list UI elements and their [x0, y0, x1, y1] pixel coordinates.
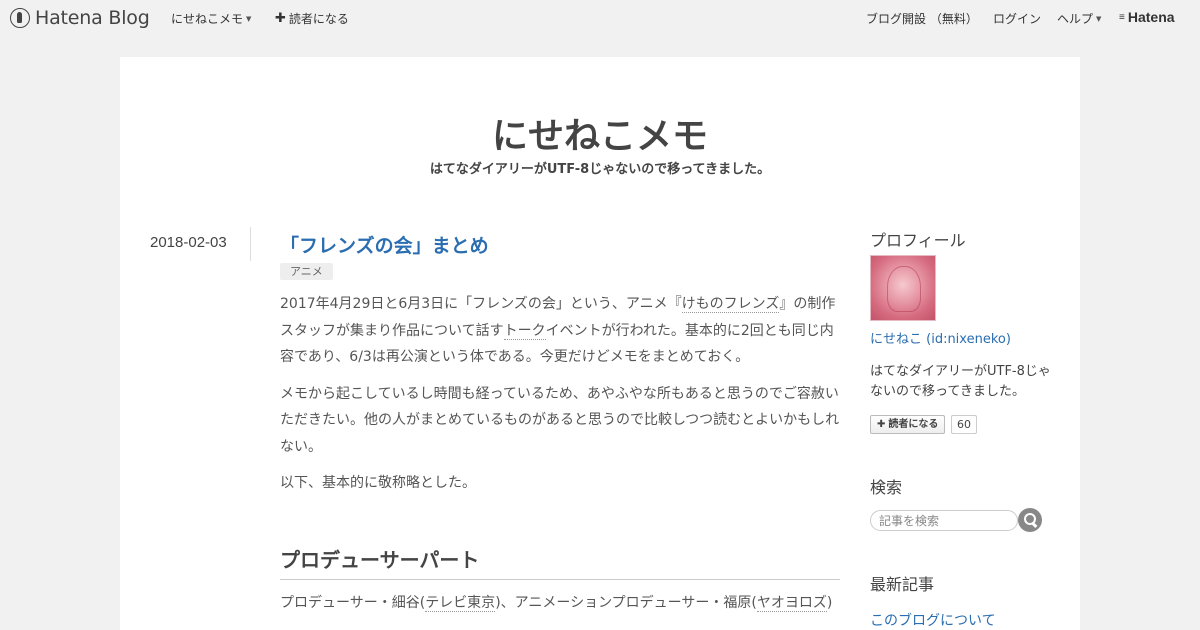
- hatena-label: Hatena: [1127, 9, 1175, 25]
- section-heading: プロデューサーパート: [280, 544, 840, 580]
- hatena-mark-icon: ≡: [1119, 11, 1125, 23]
- date-divider: [250, 227, 251, 261]
- login-link[interactable]: ログイン: [993, 10, 1041, 27]
- open-blog-label: ブログ開設 （無料）: [866, 12, 978, 26]
- blog-description: はてなダイアリーがUTF-8じゃないので移ってきました。: [429, 162, 771, 177]
- category-tag[interactable]: アニメ: [280, 263, 333, 280]
- blog-container: にせねこメモ はてなダイアリーがUTF-8じゃないので移ってきました。 2018…: [120, 57, 1080, 630]
- blog-menu-dropdown[interactable]: にせねこメモ ▼: [171, 10, 251, 27]
- blog-title[interactable]: にせねこメモ: [120, 107, 1080, 159]
- help-label: ヘルプ: [1057, 12, 1094, 26]
- caret-down-icon: ▼: [1096, 14, 1102, 23]
- profile-heading: プロフィール: [870, 231, 966, 250]
- top-navbar: Hatena Blog にせねこメモ ▼ ✚ 読者になる ブログ開設 （無料） …: [0, 0, 1200, 36]
- brand-text: Hatena Blog: [35, 7, 150, 29]
- search-heading: 検索: [870, 478, 903, 497]
- search-input[interactable]: [870, 510, 1018, 531]
- search-icon[interactable]: [1018, 508, 1042, 532]
- subscribe-label: 読者になる: [288, 12, 349, 26]
- login-label: ログイン: [993, 12, 1042, 26]
- text-run: プロデューサー・細谷(: [280, 595, 426, 611]
- open-blog-link[interactable]: ブログ開設 （無料）: [866, 10, 978, 27]
- hatena-blog-icon: [10, 8, 30, 28]
- recent-heading: 最新記事: [870, 575, 935, 594]
- help-dropdown[interactable]: ヘルプ ▼: [1057, 10, 1101, 27]
- avatar[interactable]: [870, 255, 936, 321]
- profile-name-link[interactable]: にせねこ (id:nixeneko): [870, 328, 1011, 347]
- plus-icon: ✚: [877, 419, 886, 430]
- subscribe-link[interactable]: ✚ 読者になる: [275, 10, 349, 27]
- blog-menu-label: にせねこメモ: [171, 12, 244, 26]
- entry-body: 2017年4月29日と6月3日に「フレンズの会」という、アニメ『けものフレンズ』…: [280, 291, 842, 507]
- plus-icon: ✚: [275, 11, 286, 26]
- entry-date[interactable]: 2018-02-03: [150, 234, 227, 251]
- text-run: 2017年4月29日と6月3日に「フレンズの会」という、アニメ『: [280, 296, 682, 312]
- entry-title-link[interactable]: 「フレンズの会」まとめ: [280, 231, 489, 258]
- hatena-logo[interactable]: ≡ Hatena: [1119, 9, 1175, 25]
- subscribe-button[interactable]: ✚ 読者になる: [870, 415, 946, 434]
- caret-down-icon: ▼: [246, 14, 252, 23]
- keyword-link[interactable]: トーク: [503, 322, 546, 340]
- hatena-blog-logo[interactable]: Hatena Blog: [10, 6, 150, 30]
- profile-description: はてなダイアリーがUTF-8じゃないので移ってきました。: [870, 364, 1051, 399]
- subscriber-count[interactable]: 60: [951, 415, 977, 434]
- avatar-figure: [887, 266, 921, 312]
- keyword-link[interactable]: ヤオヨロズ: [756, 595, 827, 612]
- entry-paragraph-1: 2017年4月29日と6月3日に「フレンズの会」という、アニメ『けものフレンズ』…: [280, 291, 842, 371]
- subscribe-button-label: 読者になる: [888, 419, 939, 430]
- recent-entry-link[interactable]: このブログについて: [870, 610, 996, 630]
- keyword-link[interactable]: けものフレンズ: [681, 296, 780, 313]
- entry-paragraph-2: メモから起こしているし時間も経っているため、あやふやな所もあると思うのでご容赦い…: [280, 385, 840, 455]
- entry-paragraph-3: 以下、基本的に敬称略とした。: [280, 475, 476, 491]
- text-run: ): [826, 595, 833, 611]
- keyword-link[interactable]: テレビ東京: [425, 595, 496, 612]
- text-run: )、アニメーションプロデューサー・福原(: [495, 595, 757, 611]
- section-paragraph: プロデューサー・細谷(テレビ東京)、アニメーションプロデューサー・福原(ヤオヨロ…: [280, 592, 842, 614]
